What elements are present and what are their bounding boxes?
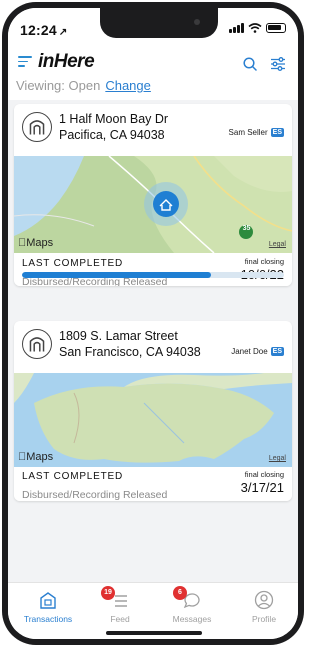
tab-bar: Transactions 19 Feed 6 Messages Profile	[8, 582, 298, 639]
last-completed-label: LAST COMPLETED	[22, 471, 124, 482]
address-line-2: San Francisco, CA 94038	[59, 345, 201, 359]
progress-section: LAST COMPLETED Disbursed/Recording Relea…	[14, 254, 292, 286]
status-icons	[229, 23, 286, 33]
app-screen: 12:24 ↗ inHere Viewing: Open Change 1 Ha…	[8, 8, 298, 639]
app-logo: inHere	[38, 51, 95, 72]
tab-label: Transactions	[23, 614, 73, 624]
viewing-filter: Viewing: Open Change	[16, 78, 151, 93]
agent-name: Janet Doe	[231, 347, 268, 356]
search-icon[interactable]	[242, 56, 258, 72]
change-link[interactable]: Change	[105, 78, 151, 93]
progress-section: LAST COMPLETED Disbursed/Recording Relea…	[14, 467, 292, 501]
property-map[interactable]: 35 Maps Legal	[14, 156, 292, 253]
messages-badge: 6	[173, 586, 187, 600]
address-line-1: 1809 S. Lamar Street	[59, 329, 178, 343]
tab-feed[interactable]: 19 Feed	[90, 586, 150, 624]
closing-label: final closing	[244, 470, 284, 479]
wifi-icon	[248, 23, 262, 33]
property-icon	[22, 329, 52, 359]
location-arrow-icon: ↗	[58, 27, 68, 38]
map-terrain	[14, 373, 292, 467]
home-indicator	[106, 631, 202, 635]
closing-date: 3/17/21	[240, 480, 284, 495]
progress-bar	[22, 272, 284, 278]
status-text: Disbursed/Recording Released	[22, 489, 168, 501]
last-completed-label: LAST COMPLETED	[22, 258, 124, 269]
map-terrain	[14, 156, 292, 253]
tab-messages[interactable]: 6 Messages	[162, 586, 222, 624]
transaction-card[interactable]: 1809 S. Lamar Street San Francisco, CA 9…	[14, 321, 292, 501]
agent: Janet Doe ES	[231, 347, 284, 356]
viewing-label: Viewing: Open	[16, 78, 101, 93]
agent-badge: ES	[270, 347, 284, 356]
tab-label: Messages	[172, 614, 212, 624]
filter-icon[interactable]	[270, 56, 286, 72]
camera-dot	[194, 19, 200, 25]
feed-icon: 19	[101, 586, 131, 611]
agent-name: Sam Seller	[228, 128, 268, 137]
tab-label: Feed	[110, 614, 130, 624]
feed-badge: 19	[101, 586, 115, 600]
progress-fill	[22, 272, 211, 278]
map-legal-link[interactable]: Legal	[269, 455, 286, 462]
tab-transactions[interactable]: Transactions	[18, 589, 78, 624]
maps-watermark: Maps	[18, 451, 53, 463]
card-header: 1809 S. Lamar Street San Francisco, CA 9…	[14, 321, 292, 373]
time-text: 12:24	[20, 22, 57, 38]
app-header: inHere Viewing: Open Change	[8, 44, 298, 100]
phone-frame: 12:24 ↗ inHere Viewing: Open Change 1 Ha…	[2, 2, 304, 645]
messages-icon: 6	[173, 586, 203, 611]
transaction-card[interactable]: 1 Half Moon Bay Dr Pacifica, CA 94038 Sa…	[14, 104, 292, 286]
card-header: 1 Half Moon Bay Dr Pacifica, CA 94038 Sa…	[14, 104, 292, 156]
address-line-1: 1 Half Moon Bay Dr	[59, 112, 169, 126]
address-line-2: Pacifica, CA 94038	[59, 128, 165, 142]
menu-icon[interactable]	[18, 56, 32, 67]
agent: Sam Seller ES	[229, 128, 284, 137]
status-bar: 12:24 ↗	[8, 8, 298, 44]
agent-badge: ES	[270, 128, 284, 137]
battery-icon	[266, 23, 286, 33]
status-time: 12:24 ↗	[20, 22, 67, 38]
closing-label: final closing	[244, 257, 284, 266]
highway-shield: 35	[242, 225, 251, 232]
maps-watermark: Maps	[18, 237, 53, 249]
transactions-icon	[40, 592, 56, 609]
notch	[100, 8, 218, 38]
map-legal-link[interactable]: Legal	[269, 241, 286, 248]
property-icon	[22, 112, 52, 142]
tab-label: Profile	[251, 614, 277, 624]
property-map[interactable]: Maps Legal	[14, 373, 292, 467]
tab-profile[interactable]: Profile	[234, 589, 294, 624]
profile-icon	[254, 590, 274, 610]
cellular-signal-icon	[229, 23, 244, 33]
